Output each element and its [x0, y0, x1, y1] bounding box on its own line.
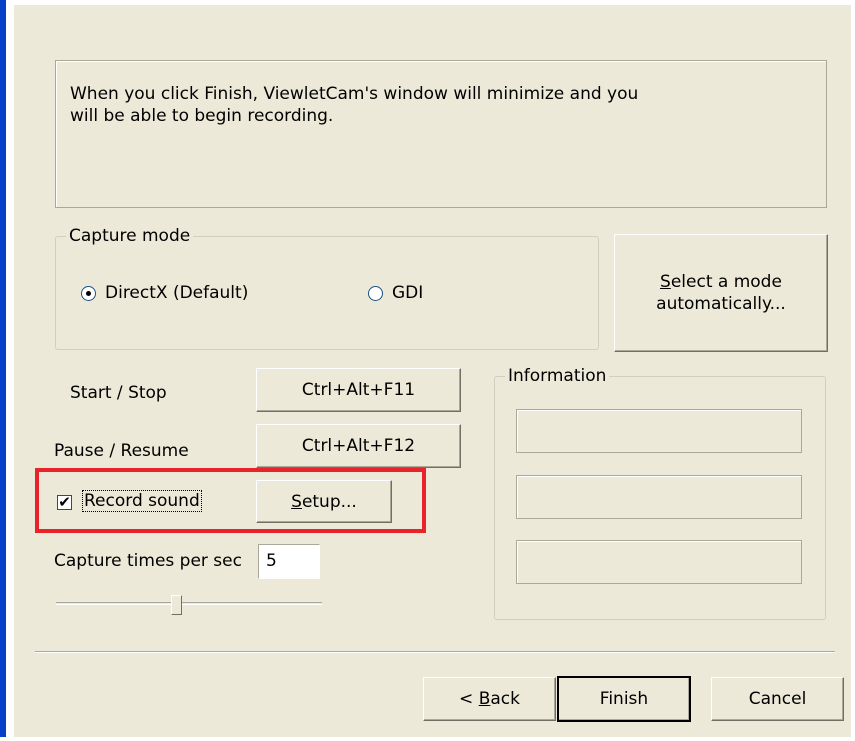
capture-rate-slider-thumb[interactable]	[171, 595, 182, 615]
radio-gdi[interactable]: GDI	[368, 283, 423, 303]
window-top-edge	[0, 0, 855, 5]
sound-setup-button[interactable]: Setup...	[256, 480, 392, 523]
radio-gdi-label[interactable]: GDI	[392, 283, 423, 303]
record-sound-checkbox[interactable]: ✔	[57, 495, 72, 510]
radio-directx[interactable]: DirectX (Default)	[81, 283, 248, 303]
information-field-2	[516, 475, 802, 519]
select-mode-line-1: Select a mode	[660, 272, 782, 292]
capture-mode-legend: Capture mode	[66, 225, 194, 247]
finish-button[interactable]: Finish	[557, 676, 691, 722]
information-legend: Information	[505, 365, 610, 387]
footer-separator	[35, 651, 835, 653]
start-stop-hotkey-button[interactable]: Ctrl+Alt+F11	[256, 368, 461, 412]
intro-message: When you click Finish, ViewletCam's wind…	[70, 83, 638, 127]
start-stop-label: Start / Stop	[70, 383, 167, 403]
record-sound-label[interactable]: Record sound	[82, 490, 202, 512]
window-bottom-edge	[0, 737, 855, 741]
capture-rate-label: Capture times per sec	[54, 551, 242, 571]
window-left-edge	[0, 0, 14, 741]
capture-rate-slider-track[interactable]	[56, 602, 322, 605]
information-field-1	[516, 409, 802, 453]
pause-resume-hotkey-button[interactable]: Ctrl+Alt+F12	[256, 424, 461, 468]
setup-button-label: Setup...	[291, 491, 357, 512]
radio-gdi-indicator[interactable]	[368, 285, 383, 301]
radio-directx-indicator[interactable]	[81, 285, 96, 301]
pause-resume-label: Pause / Resume	[54, 441, 189, 461]
cancel-button[interactable]: Cancel	[711, 677, 844, 721]
capture-mode-group: Capture mode DirectX (Default) GDI	[55, 225, 599, 350]
select-mode-automatically-button[interactable]: Select a mode automatically...	[614, 234, 828, 352]
intro-line-1: When you click Finish, ViewletCam's wind…	[70, 84, 639, 104]
select-mode-line-2: automatically...	[656, 294, 786, 314]
information-field-3	[516, 540, 802, 584]
radio-directx-label[interactable]: DirectX (Default)	[105, 283, 248, 303]
intro-message-box: When you click Finish, ViewletCam's wind…	[55, 60, 827, 208]
back-button[interactable]: < Back	[423, 677, 556, 721]
capture-rate-input[interactable]: 5	[258, 544, 320, 579]
back-button-label: < Back	[459, 689, 520, 709]
window-right-edge	[851, 0, 855, 741]
intro-line-2: will be able to begin recording.	[70, 106, 334, 126]
